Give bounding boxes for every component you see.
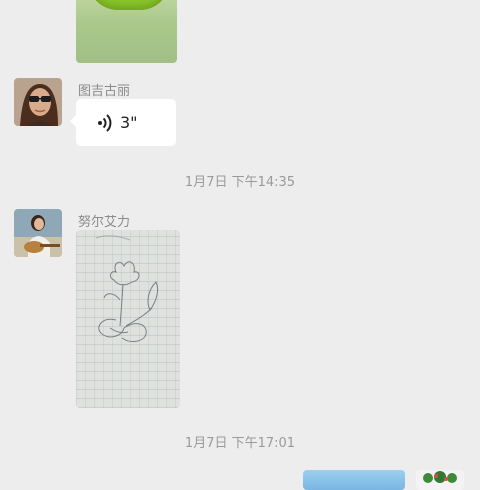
voice-duration: 3" bbox=[120, 113, 138, 132]
avatar-photo bbox=[14, 78, 62, 126]
image-content bbox=[88, 0, 170, 10]
image-message-bottom[interactable] bbox=[303, 470, 405, 490]
timestamp: 1月7日 下午17:01 bbox=[184, 436, 296, 451]
sketch-drawing bbox=[95, 235, 159, 342]
sender-name: 努尔艾力 bbox=[78, 215, 131, 230]
avatar-sender-2[interactable] bbox=[14, 209, 62, 257]
image-message-sketch[interactable] bbox=[76, 230, 180, 408]
timestamp: 1月7日 下午14:35 bbox=[184, 175, 296, 190]
voice-message-bubble[interactable]: 3" bbox=[70, 99, 176, 146]
flower-image bbox=[423, 471, 457, 483]
sender-name: 图吉古丽 bbox=[78, 84, 131, 99]
voice-wave-icon bbox=[98, 114, 112, 132]
avatar-photo bbox=[14, 209, 62, 257]
image-message-bottom-thumbnail[interactable] bbox=[416, 470, 464, 490]
avatar-sender-1[interactable] bbox=[14, 78, 62, 126]
image-message-top[interactable] bbox=[76, 0, 177, 63]
